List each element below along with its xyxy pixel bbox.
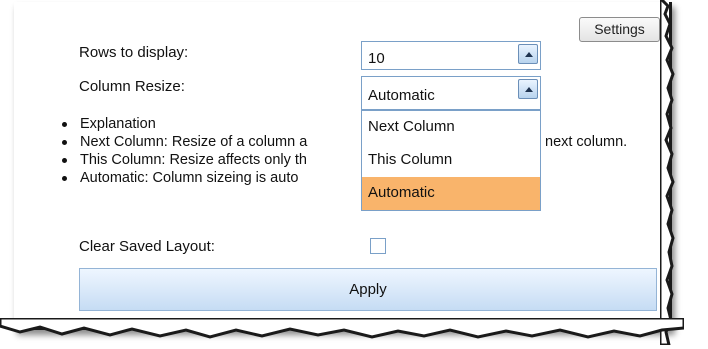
- dropdown-option-this-column[interactable]: This Column: [362, 144, 540, 176]
- clear-saved-layout-checkbox[interactable]: [370, 238, 386, 254]
- dropdown-option-next-column[interactable]: Next Column: [362, 111, 540, 143]
- chevron-up-icon: [525, 52, 533, 57]
- rows-dropdown-arrow-button[interactable]: [518, 44, 538, 64]
- column-resize-value: Automatic: [368, 87, 435, 104]
- list-item: Explanation: [62, 115, 307, 133]
- column-resize-dropdown-arrow-button[interactable]: [518, 79, 538, 99]
- rows-to-display-label: Rows to display:: [79, 44, 189, 61]
- torn-edge-right: [660, 0, 675, 345]
- clear-saved-layout-label: Clear Saved Layout:: [79, 238, 215, 255]
- dropdown-option-automatic[interactable]: Automatic: [362, 177, 540, 210]
- bullet-icon: [62, 122, 67, 127]
- list-item: This Column: Resize affects only th: [62, 151, 307, 169]
- list-item: Next Column: Resize of a column a: [62, 133, 307, 151]
- explanation-list: Explanation Next Column: Resize of a col…: [62, 115, 307, 187]
- rows-to-display-value: 10: [368, 50, 385, 67]
- bullet-icon: [62, 158, 67, 163]
- chevron-up-icon: [525, 87, 533, 92]
- bullet-icon: [62, 140, 67, 145]
- bullet-icon: [62, 176, 67, 181]
- column-resize-label: Column Resize:: [79, 78, 185, 95]
- rows-to-display-select[interactable]: 10: [361, 41, 541, 70]
- column-resize-dropdown-list: Next Column This Column Automatic: [361, 110, 541, 211]
- column-resize-select[interactable]: Automatic: [361, 76, 541, 110]
- settings-button[interactable]: Settings: [579, 17, 660, 42]
- explanation-overflow-text: next column.: [545, 134, 628, 150]
- torn-edge-bottom: [0, 318, 684, 339]
- apply-button[interactable]: Apply: [79, 268, 657, 311]
- list-item: Automatic: Column sizeing is auto: [62, 169, 307, 187]
